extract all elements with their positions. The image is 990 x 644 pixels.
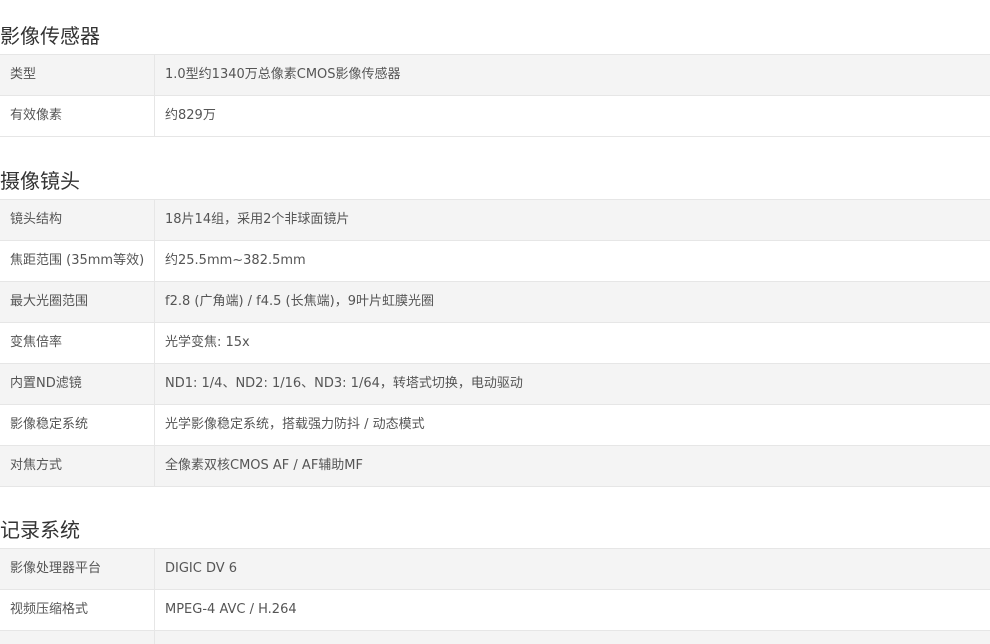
row-value bbox=[155, 631, 990, 644]
row-label: 焦距范围 (35mm等效) bbox=[0, 241, 155, 281]
table-row: 影像处理器平台 DIGIC DV 6 bbox=[0, 549, 990, 590]
row-label: 有效像素 bbox=[0, 96, 155, 136]
section-title: 记录系统 bbox=[0, 518, 80, 542]
row-label: 视频压缩格式 bbox=[0, 590, 155, 630]
row-label: 镜头结构 bbox=[0, 200, 155, 240]
table-row bbox=[0, 631, 990, 644]
section-camera-lens: 摄像镜头 镜头结构 18片14组，采用2个非球面镜片 焦距范围 (35mm等效)… bbox=[0, 163, 990, 487]
row-label: 内置ND滤镜 bbox=[0, 364, 155, 404]
table-row: 对焦方式 全像素双核CMOS AF / AF辅助MF bbox=[0, 446, 990, 487]
table-row: 最大光圈范围 f2.8 (广角端) / f4.5 (长焦端)，9叶片虹膜光圈 bbox=[0, 282, 990, 323]
spec-table: 类型 1.0型约1340万总像素CMOS影像传感器 有效像素 约829万 bbox=[0, 54, 990, 137]
row-label: 类型 bbox=[0, 55, 155, 95]
row-label: 影像处理器平台 bbox=[0, 549, 155, 589]
section-title: 摄像镜头 bbox=[0, 169, 80, 193]
table-row: 焦距范围 (35mm等效) 约25.5mm~382.5mm bbox=[0, 241, 990, 282]
row-value: 约25.5mm~382.5mm bbox=[165, 253, 306, 268]
spec-page: 影像传感器 类型 1.0型约1340万总像素CMOS影像传感器 有效像素 约82… bbox=[0, 0, 990, 644]
table-row: 变焦倍率 光学变焦: 15x bbox=[0, 323, 990, 364]
section-recording-system: 记录系统 影像处理器平台 DIGIC DV 6 视频压缩格式 MPEG-4 AV… bbox=[0, 512, 990, 644]
table-row: 镜头结构 18片14组，采用2个非球面镜片 bbox=[0, 200, 990, 241]
row-label bbox=[0, 631, 155, 644]
table-row: 内置ND滤镜 ND1: 1/4、ND2: 1/16、ND3: 1/64，转塔式切… bbox=[0, 364, 990, 405]
table-row: 影像稳定系统 光学影像稳定系统，搭载强力防抖 / 动态模式 bbox=[0, 405, 990, 446]
spec-table: 影像处理器平台 DIGIC DV 6 视频压缩格式 MPEG-4 AVC / H… bbox=[0, 548, 990, 644]
row-value: 1.0型约1340万总像素CMOS影像传感器 bbox=[165, 67, 401, 82]
table-row: 视频压缩格式 MPEG-4 AVC / H.264 bbox=[0, 590, 990, 631]
row-value: MPEG-4 AVC / H.264 bbox=[165, 602, 297, 617]
row-label: 变焦倍率 bbox=[0, 323, 155, 363]
row-label: 对焦方式 bbox=[0, 446, 155, 486]
row-value: 18片14组，采用2个非球面镜片 bbox=[165, 212, 350, 227]
row-value: f2.8 (广角端) / f4.5 (长焦端)，9叶片虹膜光圈 bbox=[165, 294, 434, 309]
row-label: 最大光圈范围 bbox=[0, 282, 155, 322]
table-row: 有效像素 约829万 bbox=[0, 96, 990, 137]
spec-table: 镜头结构 18片14组，采用2个非球面镜片 焦距范围 (35mm等效) 约25.… bbox=[0, 199, 990, 487]
row-value: DIGIC DV 6 bbox=[165, 561, 238, 576]
row-value: 约829万 bbox=[165, 108, 216, 123]
row-value: 光学变焦: 15x bbox=[165, 335, 250, 350]
row-label: 影像稳定系统 bbox=[0, 405, 155, 445]
row-value: ND1: 1/4、ND2: 1/16、ND3: 1/64，转塔式切换，电动驱动 bbox=[165, 376, 523, 391]
row-value: 光学影像稳定系统，搭载强力防抖 / 动态模式 bbox=[165, 417, 425, 432]
section-title: 影像传感器 bbox=[0, 24, 100, 48]
table-row: 类型 1.0型约1340万总像素CMOS影像传感器 bbox=[0, 55, 990, 96]
row-value: 全像素双核CMOS AF / AF辅助MF bbox=[165, 458, 363, 473]
section-image-sensor: 影像传感器 类型 1.0型约1340万总像素CMOS影像传感器 有效像素 约82… bbox=[0, 18, 990, 137]
